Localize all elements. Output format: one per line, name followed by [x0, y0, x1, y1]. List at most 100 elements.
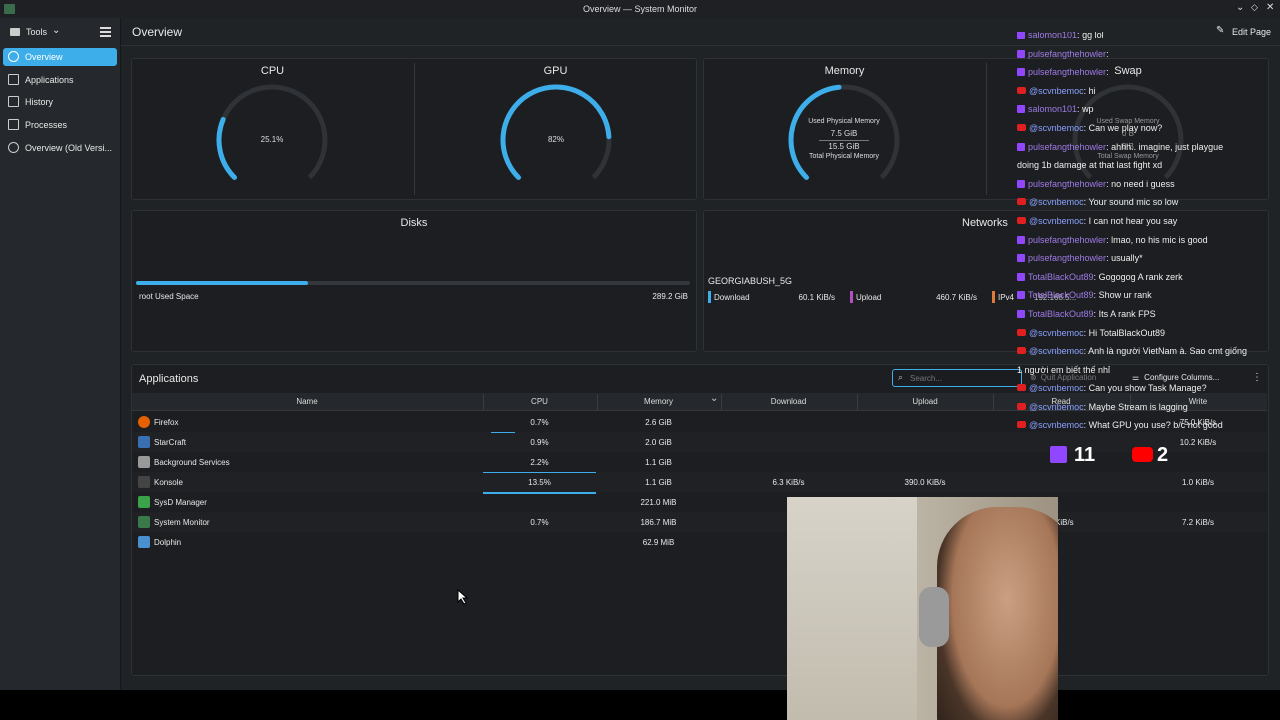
chat-text: Show ur rank: [1098, 290, 1152, 301]
chat-text: lmao, no his mic is good: [1111, 234, 1208, 245]
youtube-icon: [1017, 347, 1026, 355]
chat-text: Its A rank FPS: [1098, 308, 1156, 319]
history-icon: [8, 96, 19, 108]
chat-message: pulsefangthehowler: usually*: [1017, 249, 1275, 268]
column-header-memory[interactable]: Memory: [597, 397, 720, 406]
column-separator: [597, 394, 598, 410]
chat-message: @scvnbemoc: I can not hear you say: [1017, 212, 1275, 231]
cell-name: Background Services: [154, 458, 230, 467]
column-header-upload[interactable]: Upload: [857, 397, 993, 406]
youtube-icon: [1017, 402, 1026, 410]
chat-message: TotalBlackOut89: Its A rank FPS: [1017, 305, 1275, 324]
webcam-person: [937, 507, 1058, 720]
cpu-usage-bar: [483, 492, 596, 494]
close-icon[interactable]: ✕: [1266, 2, 1274, 13]
upload-value: 460.7 KiB/s: [936, 293, 977, 302]
cell-mem: 1.1 GiB: [645, 478, 672, 487]
cell-mem: 62.9 MiB: [642, 538, 675, 547]
chat-username: pulsefangthehowler: [1028, 67, 1107, 78]
chat-message: @scvnbemoc: What GPU you use? b/c not go…: [1017, 416, 1275, 435]
download-legend-swatch: [708, 291, 711, 303]
chat-username: @scvnbemoc: [1029, 346, 1084, 357]
chat-text: Gogogog A rank zerk: [1098, 271, 1183, 282]
youtube-count: 2: [1157, 444, 1169, 466]
column-header-name[interactable]: Name: [132, 397, 482, 406]
search-field[interactable]: ⌕: [892, 369, 1022, 387]
column-separator: [721, 394, 722, 410]
sidebar-item-processes[interactable]: Processes: [3, 116, 117, 134]
chat-message: salomon101: wp: [1017, 100, 1275, 119]
sidebar-item-overview[interactable]: Overview: [3, 48, 117, 66]
cpu-value: 25.1%: [260, 135, 284, 144]
upload-label: Upload: [856, 293, 882, 302]
ipv4-legend-swatch: [992, 291, 995, 303]
chat-message: @scvnbemoc: Can you show Task Manage?: [1017, 379, 1275, 398]
chat-username: pulsefangthehowler: [1028, 141, 1107, 152]
chat-message: @scvnbemoc: Maybe Stream is lagging: [1017, 398, 1275, 417]
minimize-icon[interactable]: ⌄: [1236, 2, 1244, 13]
overview-old-icon: [8, 141, 19, 153]
chevron-down-icon: ⌄: [52, 25, 61, 36]
chat-username: @scvnbemoc: [1029, 85, 1084, 96]
mouse-cursor-icon: [457, 589, 469, 605]
sidebar-item-history[interactable]: History: [3, 93, 117, 111]
cell-name: System Monitor: [154, 518, 210, 527]
chat-message: pulsefangthehowler: no need i guess: [1017, 175, 1275, 194]
chat-text: Maybe Stream is lagging: [1088, 401, 1188, 412]
chat-message: salomon101: gg lol: [1017, 32, 1275, 45]
cell-cpu: 0.9%: [530, 438, 549, 447]
sidebar-item-grid[interactable]: Applications: [3, 71, 117, 89]
gpu-value: 82%: [547, 135, 564, 144]
chat-text: usually*: [1111, 253, 1143, 264]
download-value: 60.1 KiB/s: [798, 293, 835, 302]
processes-icon: [8, 119, 19, 131]
chat-text: Can you show Task Manage?: [1088, 383, 1207, 394]
chat-message: pulsefangthehowler: lmao, no his mic is …: [1017, 231, 1275, 250]
system-monitor-icon: [138, 516, 150, 528]
gauge-fill: [216, 116, 238, 180]
webcam-headphones: [919, 587, 949, 647]
chat-username: pulsefangthehowler: [1028, 253, 1107, 264]
starcraft-icon: [138, 436, 150, 448]
cell-mem: 221.0 MiB: [640, 498, 677, 507]
sidebar-item-label: Overview: [25, 52, 63, 62]
chat-text: Can we play now?: [1088, 122, 1163, 133]
ipv4-label: IPv4: [998, 293, 1015, 302]
column-header-cpu[interactable]: CPU: [483, 397, 596, 406]
cpu-gpu-divider: [414, 63, 415, 195]
chat-username: @scvnbemoc: [1029, 215, 1084, 226]
twitch-icon: [1017, 68, 1025, 77]
overview-icon: [8, 51, 19, 62]
search-input[interactable]: [910, 372, 1018, 384]
cpu-usage-bar: [491, 432, 515, 433]
sort-chevron-icon: ⌄: [710, 393, 719, 404]
network-interface-name: GEORGIABUSH_5G: [708, 276, 793, 286]
hamburger-menu-icon[interactable]: [100, 27, 111, 37]
twitch-icon: [1050, 446, 1067, 463]
toolbox-icon: [10, 28, 20, 36]
chat-text: hi: [1088, 85, 1096, 96]
disk-usage-fill: [136, 281, 308, 285]
sidebar-item-overview-old[interactable]: Overview (Old Versi...: [3, 139, 117, 157]
chat-message: @scvnbemoc: Hi TotalBlackOut89: [1017, 324, 1275, 343]
webcam-wall-panel: [787, 497, 917, 720]
cell-cpu: 2.2%: [530, 458, 549, 467]
chat-text: ahhh.. imagine, just playgue: [1111, 141, 1224, 152]
youtube-icon: [1017, 198, 1026, 206]
cell-name: StarCraft: [154, 438, 187, 447]
twitch-icon: [1017, 309, 1025, 318]
chat-username: TotalBlackOut89: [1028, 271, 1094, 282]
chat-username: @scvnbemoc: [1029, 401, 1084, 412]
cpu-title: CPU: [260, 65, 285, 77]
maximize-icon[interactable]: ◇: [1251, 2, 1258, 13]
cell-mem: 2.0 GiB: [645, 438, 672, 447]
cell-write: 1.0 KiB/s: [1181, 478, 1214, 487]
chat-message: TotalBlackOut89: Gogogog A rank zerk: [1017, 268, 1275, 287]
chat-message: pulsefangthehowler:: [1017, 63, 1275, 82]
tools-menu-button[interactable]: Tools ⌄: [10, 25, 70, 40]
chat-text: What GPU you use? b/c not good: [1088, 420, 1223, 431]
cell-cpu: 0.7%: [530, 518, 549, 527]
chat-username: @scvnbemoc: [1029, 383, 1084, 394]
chat-message: doing 1b damage at that last fight xd: [1017, 156, 1275, 175]
column-header-download[interactable]: Download: [721, 397, 856, 406]
